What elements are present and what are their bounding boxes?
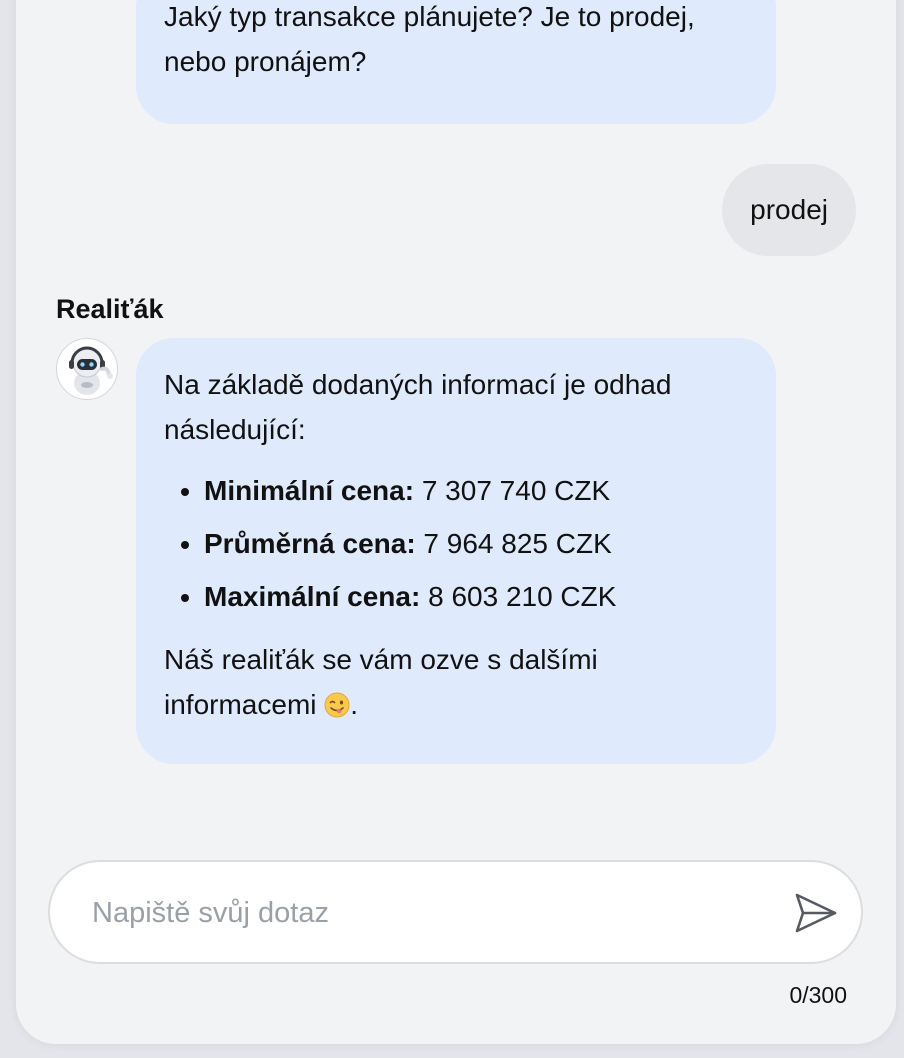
wink-tongue-emoji-icon (324, 692, 350, 718)
message-composer (48, 860, 863, 964)
list-item: Maximální cena: 8 603 210 CZK (204, 570, 748, 623)
price-label: Průměrná cena: (204, 528, 416, 559)
send-icon (795, 893, 837, 933)
send-button[interactable] (793, 891, 839, 935)
list-item: Minimální cena: 7 307 740 CZK (204, 464, 748, 517)
bot-message-outro: Náš realiťák se vám ozve s dalšími infor… (164, 637, 748, 727)
list-item: Průměrná cena: 7 964 825 CZK (204, 517, 748, 570)
robot-avatar-icon (69, 346, 113, 395)
price-label: Maximální cena: (204, 581, 421, 612)
price-value: 7 307 740 CZK (414, 475, 611, 506)
user-message: prodej (722, 164, 856, 256)
message-input[interactable] (90, 886, 774, 940)
bot-message: Jaký typ transakce plánujete? Je to prod… (136, 0, 776, 124)
bot-message: Na základě dodaných informací je odhad n… (136, 338, 776, 764)
bot-message-intro: Na základě dodaných informací je odhad n… (164, 369, 672, 445)
character-counter: 0/300 (789, 982, 847, 1008)
price-value: 7 964 825 CZK (415, 528, 612, 559)
price-value: 8 603 210 CZK (420, 581, 617, 612)
outro-text: Náš realiťák se vám ozve s dalšími infor… (164, 644, 598, 720)
user-message-text: prodej (750, 194, 828, 225)
outro-end: . (350, 689, 359, 720)
bot-message-text: Jaký typ transakce plánujete? Je to prod… (164, 1, 695, 77)
bot-sender-name: Realiťák (56, 294, 164, 324)
price-list: Minimální cena: 7 307 740 CZK Průměrná c… (164, 464, 748, 623)
bot-avatar (56, 338, 118, 400)
price-label: Minimální cena: (204, 475, 415, 506)
